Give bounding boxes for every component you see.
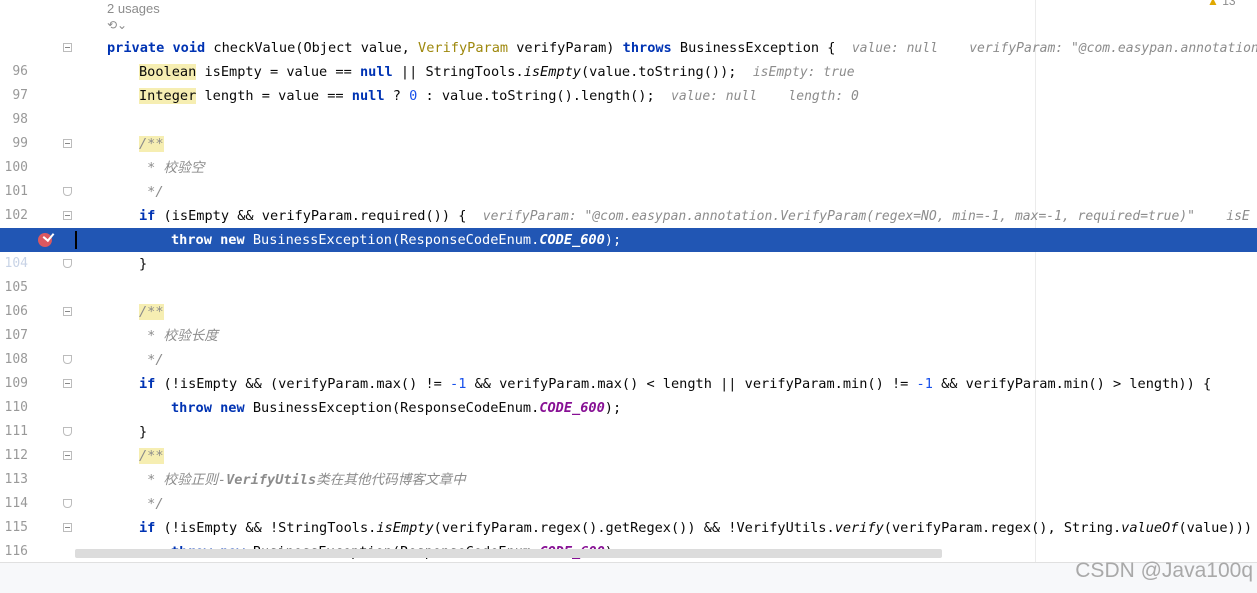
fold-toggle[interactable] <box>63 43 72 52</box>
text-caret <box>75 231 77 249</box>
code-line[interactable]: 101 * 校验空 <box>0 156 1257 199</box>
code-line[interactable]: 102 */ <box>0 180 1257 223</box>
fold-toggle[interactable] <box>63 451 72 460</box>
code-line[interactable]: 105 } <box>0 252 1257 295</box>
code-text: /** <box>139 136 164 152</box>
code-line[interactable]: 111 throw new BusinessException(Response… <box>0 396 1257 439</box>
inspection-widget[interactable]: ▲ 13 <box>1207 0 1236 8</box>
code-line[interactable]: 100 /** <box>0 132 1257 175</box>
code-text: if (!isEmpty && !StringTools.isEmpty(ver… <box>139 520 1253 536</box>
code-line[interactable]: 115 */ <box>0 492 1257 535</box>
code-text: throw new BusinessException(ResponseCode… <box>171 400 622 416</box>
code-text: Integer length = value == null ? 0 : val… <box>139 88 859 104</box>
breakpoint-icon[interactable] <box>38 233 52 247</box>
horizontal-scrollbar[interactable] <box>75 549 942 558</box>
fold-toggle[interactable] <box>63 307 72 316</box>
fold-end-marker[interactable] <box>63 187 72 196</box>
code-line[interactable]: 98 Integer length = value == null ? 0 : … <box>0 84 1257 127</box>
code-text: /** <box>139 448 164 464</box>
code-line[interactable]: 116 if (!isEmpty && !StringTools.isEmpty… <box>0 516 1257 559</box>
code-text: * 校验空 <box>139 160 205 176</box>
fold-end-marker[interactable] <box>63 499 72 508</box>
code-text: */ <box>139 496 164 512</box>
code-text: throw new BusinessException(ResponseCode… <box>171 232 622 248</box>
code-line[interactable]: 114 * 校验正则-VerifyUtils类在其他代码博客文章中 <box>0 468 1257 511</box>
code-text: if (isEmpty && verifyParam.required()) {… <box>139 208 1250 224</box>
fold-toggle[interactable] <box>63 139 72 148</box>
code-text: * 校验正则-VerifyUtils类在其他代码博客文章中 <box>139 472 466 488</box>
code-text: */ <box>139 352 164 368</box>
usages-hint[interactable]: 2 usages <box>107 1 160 16</box>
fold-end-marker[interactable] <box>63 355 72 364</box>
fold-toggle[interactable] <box>63 379 72 388</box>
code-text: Boolean isEmpty = value == null || Strin… <box>139 64 855 80</box>
code-text: } <box>139 424 148 440</box>
fold-toggle[interactable] <box>63 523 72 532</box>
inline-debug-value: isEmpty: true <box>752 65 855 80</box>
code-line[interactable]: 97 Boolean isEmpty = value == null || St… <box>0 60 1257 103</box>
author-icon[interactable]: ⟲⌄ <box>107 18 127 32</box>
code-line[interactable]: 107 /** <box>0 300 1257 343</box>
inline-debug-value: verifyParam: "@com.easypan.annotation.Ve… <box>482 209 1250 224</box>
code-line[interactable]: 110 if (!isEmpty && (verifyParam.max() !… <box>0 372 1257 415</box>
bottom-bar <box>0 562 1257 593</box>
code-line[interactable]: 106 <box>0 276 1257 319</box>
code-line[interactable]: 112 } <box>0 420 1257 463</box>
code-line[interactable]: 113 /** <box>0 444 1257 487</box>
current-execution-line[interactable]: 104 throw new BusinessException(Response… <box>0 228 1257 271</box>
code-line[interactable]: 96 private void checkValue(Object value,… <box>0 36 1257 79</box>
code-line[interactable]: 103 if (isEmpty && verifyParam.required(… <box>0 204 1257 247</box>
fold-end-marker[interactable] <box>63 259 72 268</box>
code-text: /** <box>139 304 164 320</box>
warning-count: 13 <box>1222 0 1236 8</box>
code-line[interactable]: 108 * 校验长度 <box>0 324 1257 367</box>
code-text: private void checkValue(Object value, Ve… <box>107 36 1257 61</box>
fold-end-marker[interactable] <box>63 427 72 436</box>
code-text: * 校验长度 <box>139 328 218 344</box>
warning-icon: ▲ <box>1207 0 1219 8</box>
code-text: */ <box>139 184 164 200</box>
watermark: CSDN @Java100q <box>1075 559 1253 582</box>
inline-debug-value: value: null length: 0 <box>671 89 859 104</box>
code-line[interactable]: 99 <box>0 108 1257 151</box>
fold-toggle[interactable] <box>63 211 72 220</box>
inline-debug-value: value: null verifyParam: "@com.easypan.a… <box>851 41 1257 56</box>
code-line[interactable]: 109 */ <box>0 348 1257 391</box>
code-text: } <box>139 256 148 272</box>
code-text: if (!isEmpty && (verifyParam.max() != -1… <box>139 376 1212 392</box>
code-editor[interactable]: 2 usages ⟲⌄ ▲ 13 96 private void checkVa… <box>0 0 1257 562</box>
